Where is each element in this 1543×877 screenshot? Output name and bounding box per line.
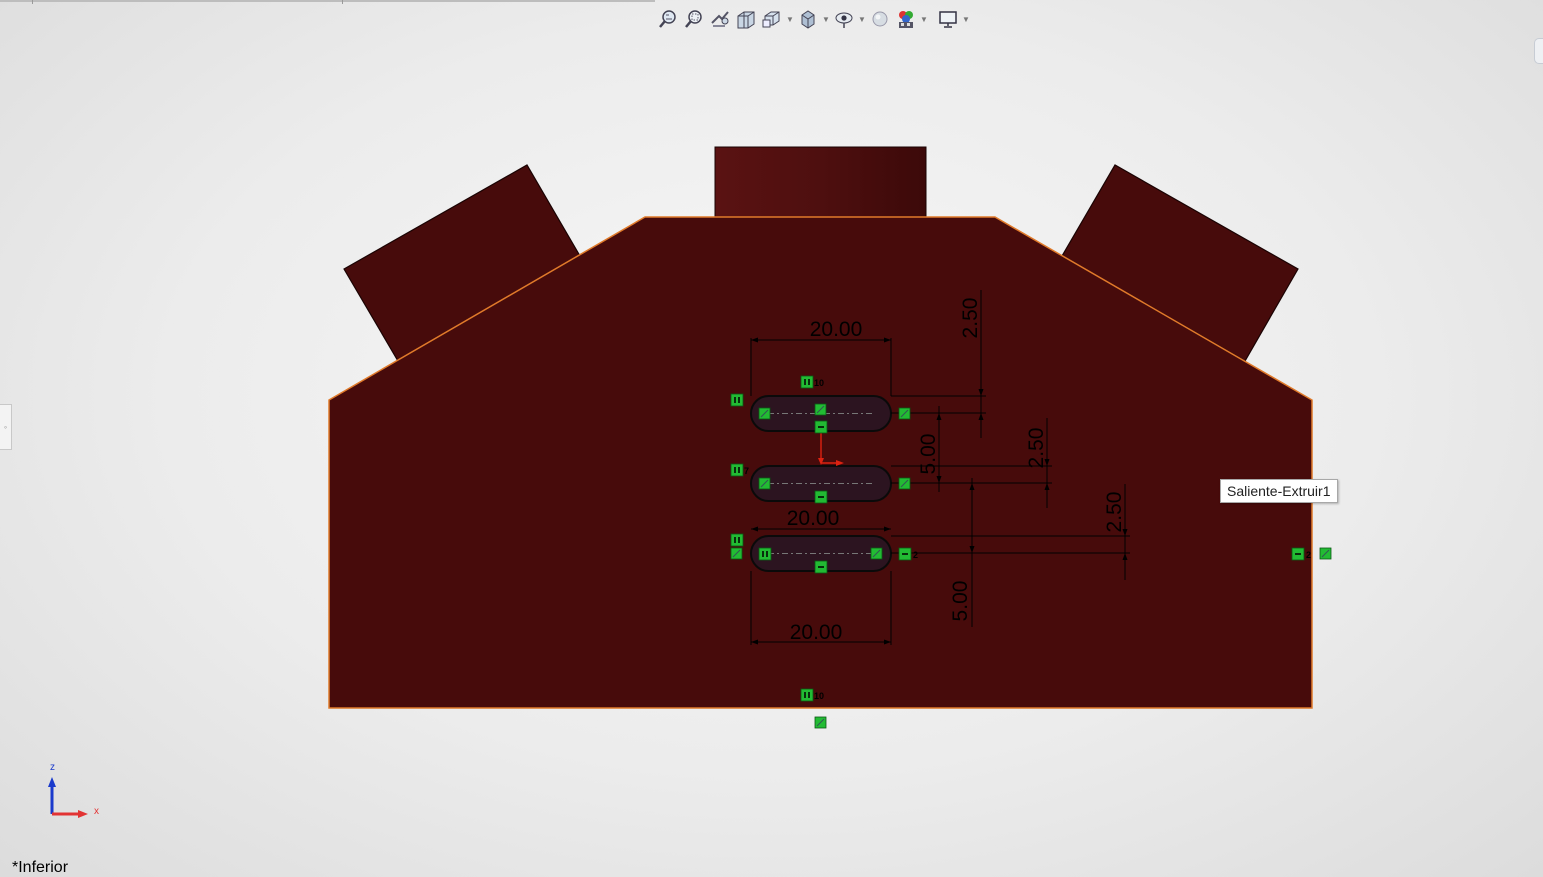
horizontal-relation-icon[interactable]	[814, 490, 828, 504]
view-orientation-label: *Inferior	[12, 859, 69, 876]
dim-spacing-upper[interactable]: 5.00	[917, 434, 940, 475]
tangent-relation-icon[interactable]	[870, 547, 883, 560]
vertical-relation-icon[interactable]	[730, 393, 744, 407]
dim-spacing-lower[interactable]: 5.00	[949, 581, 972, 622]
horizontal-relation-icon[interactable]	[814, 420, 828, 434]
relation-label-right-bottom: 2	[913, 550, 918, 560]
dim-radius-bottom[interactable]: 2.50	[1103, 492, 1126, 533]
triad-z-label: z	[50, 762, 55, 773]
triad-x-label: x	[94, 806, 99, 817]
dim-width-bottom[interactable]: 20.00	[790, 621, 843, 644]
relation-label-left-middle: 7	[744, 466, 749, 476]
vertical-relation-icon[interactable]	[730, 463, 744, 477]
dim-width-middle[interactable]: 20.00	[787, 507, 840, 530]
top-boss[interactable]	[714, 146, 927, 219]
tangent-relation-icon[interactable]	[814, 403, 827, 416]
coordinate-triad: z x	[48, 762, 99, 818]
relation-label-top: 10	[814, 378, 824, 388]
tangent-relation-icon[interactable]	[898, 477, 911, 490]
dim-radius-top[interactable]: 2.50	[959, 298, 982, 339]
coincident-relation-icon[interactable]	[814, 716, 827, 729]
dim-width-top[interactable]: 20.00	[810, 318, 863, 341]
tangent-relation-icon[interactable]	[758, 477, 771, 490]
vertical-relation-icon[interactable]	[758, 547, 772, 561]
vertical-relation-icon[interactable]	[800, 688, 814, 702]
feature-tooltip: Saliente-Extruir1	[1220, 479, 1338, 503]
relation-label-bottom: 10	[814, 691, 824, 701]
graphics-viewport[interactable]: ▼ ▼ ▼ ▼ ▼ ◦ 20.00 20.00 20.00 2.50 5.00 …	[0, 0, 1543, 877]
model-graphics: 20.00 20.00 20.00 2.50 5.00 2.50 5.00 2.…	[48, 146, 1332, 818]
vertical-relation-icon[interactable]	[800, 375, 814, 389]
horizontal-relation-icon[interactable]	[814, 560, 828, 574]
tangent-relation-icon[interactable]	[758, 407, 771, 420]
tangent-relation-icon[interactable]	[730, 547, 743, 560]
tangent-relation-icon[interactable]	[898, 407, 911, 420]
coincident-relation-icon[interactable]	[1319, 547, 1332, 560]
horizontal-relation-icon[interactable]	[1291, 547, 1305, 561]
vertical-relation-icon[interactable]	[730, 533, 744, 547]
relation-label-far-right: 2	[1306, 550, 1311, 560]
dim-radius-middle[interactable]: 2.50	[1025, 428, 1048, 469]
horizontal-relation-icon[interactable]	[898, 547, 912, 561]
